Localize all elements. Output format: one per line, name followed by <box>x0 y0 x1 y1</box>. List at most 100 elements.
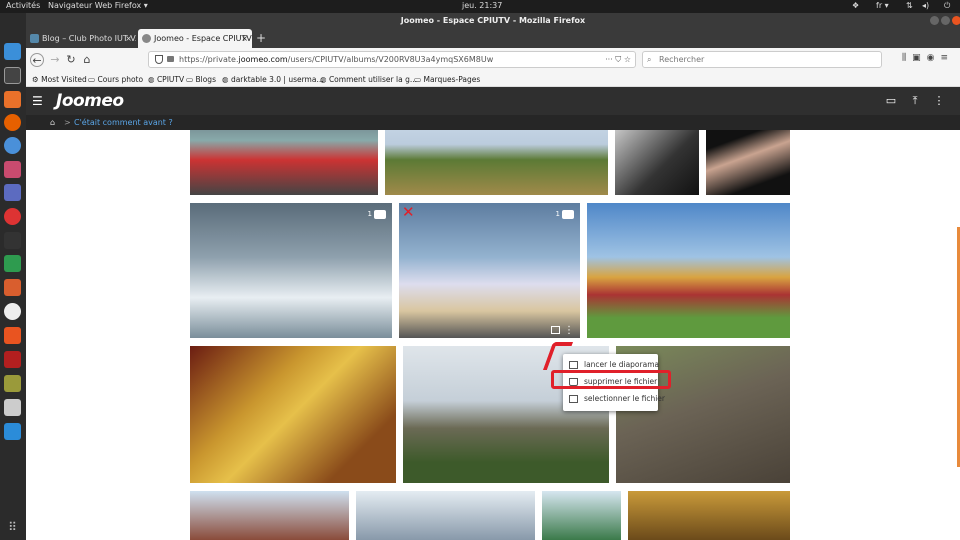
bookmark-darktable[interactable]: ◍ darktable 3.0 | userma... <box>222 72 324 87</box>
page-actions-icon[interactable]: ··· ⛉ ☆ <box>605 52 631 67</box>
red-cross-icon: ✕ <box>402 203 415 221</box>
photo-statue[interactable] <box>542 491 621 540</box>
upload-icon[interactable]: ⤒ <box>908 93 922 109</box>
forward-arrow-icon[interactable]: → <box>48 53 62 67</box>
comment-icon <box>562 209 574 219</box>
dropbox-icon[interactable]: ❖ <box>852 1 859 10</box>
photo-skyscrapers[interactable] <box>356 491 535 540</box>
help-icon[interactable] <box>4 303 21 320</box>
tab-label: Joomeo - Espace CPIUTV <box>154 34 252 43</box>
reload-icon[interactable]: ↻ <box>64 53 78 67</box>
red-highlight-box <box>551 370 671 389</box>
back-arrow-icon[interactable]: ← <box>30 53 44 67</box>
chromium-icon[interactable] <box>4 137 21 154</box>
comment-icon <box>374 209 386 219</box>
breadcrumb-home-icon[interactable]: ⌂ <box>50 115 55 130</box>
wordpress-icon <box>30 34 39 43</box>
breadcrumb-album-link[interactable]: C'était comment avant ? <box>74 115 173 130</box>
bookmark-blogs[interactable]: ▭ Blogs <box>186 72 216 87</box>
image-app-icon[interactable] <box>4 375 21 392</box>
lock-icon[interactable] <box>167 56 174 62</box>
photo-app-icon[interactable] <box>4 279 21 296</box>
joomeo-logo[interactable]: Joomeo <box>56 91 124 111</box>
terminal-icon[interactable] <box>4 67 21 84</box>
window-title: Joomeo - Espace CPIUTV - Mozilla Firefox <box>26 13 960 28</box>
url-host: joomeo.com <box>238 55 288 64</box>
settings-app-icon[interactable] <box>4 423 21 440</box>
language-indicator[interactable]: fr ▾ <box>876 1 889 10</box>
application-dock: ⠿ <box>0 13 26 540</box>
photo-golden-stupas[interactable] <box>628 491 790 540</box>
close-tab-icon[interactable]: × <box>241 29 248 48</box>
thunderbird-icon[interactable] <box>4 43 21 60</box>
url-bar[interactable]: https://private.joomeo.com/users/CPIUTV/… <box>148 51 636 68</box>
activities-button[interactable]: Activités <box>6 1 40 10</box>
more-options-icon[interactable]: ⋮ <box>564 326 574 336</box>
usb-creator-icon[interactable] <box>4 232 21 249</box>
bookmark-most-visited[interactable]: ⚙ Most Visited <box>32 72 87 87</box>
globe-icon: ◍ <box>148 75 157 84</box>
volume-icon[interactable]: ◂) <box>922 1 929 10</box>
breadcrumb-separator: > <box>64 118 71 127</box>
network-icon[interactable]: ⇅ <box>906 1 913 10</box>
breadcrumb: ⌂ > C'était comment avant ? <box>26 115 960 130</box>
globe-icon: ◍ <box>222 75 231 84</box>
spreadsheet-icon[interactable] <box>4 255 21 272</box>
select-icon <box>569 395 578 403</box>
close-tab-icon[interactable]: × <box>125 29 132 48</box>
bookmark-comment-utiliser[interactable]: ◍ Comment utiliser la g... <box>320 72 417 87</box>
firefox-icon[interactable] <box>4 114 21 131</box>
joomeo-header: ☰ Joomeo ▭ ⤒ ⋮ <box>26 87 960 115</box>
search-input[interactable]: ⌕ Rechercher <box>642 51 882 68</box>
power-icon[interactable]: ⏻ <box>944 1 950 11</box>
darktable-icon[interactable] <box>4 161 21 178</box>
gear-icon: ⚙ <box>32 75 42 84</box>
search-icon: ⌕ <box>647 55 652 64</box>
photo-brick-temple[interactable] <box>190 491 349 540</box>
menu-icon[interactable]: ≡ <box>940 53 954 63</box>
app-menu[interactable]: Navigateur Web Firefox ▾ <box>48 1 148 10</box>
toolbar-icons[interactable]: ⫼▣◉≡ <box>902 53 954 63</box>
tab-label: Blog – Club Photo IUT V... <box>42 34 136 43</box>
bookmarks-toolbar: ⚙ Most Visited ▭ Cours photo ◍ CPIUTV ▭ … <box>26 72 960 87</box>
display-settings-icon[interactable] <box>4 184 21 201</box>
close-window-button[interactable] <box>952 16 960 25</box>
filezilla-icon[interactable] <box>4 351 21 368</box>
chrome-icon[interactable] <box>4 208 21 225</box>
software-center-icon[interactable] <box>4 327 21 344</box>
tab-strip: Blog – Club Photo IUT V... × Joomeo - Es… <box>26 28 960 48</box>
slideshow-icon[interactable] <box>551 326 560 334</box>
photo-temple-golden[interactable] <box>587 203 790 338</box>
bookmark-marques-pages[interactable]: ▭ Marques-Pages <box>414 72 480 87</box>
bookmark-cours-photo[interactable]: ▭ Cours photo <box>88 72 143 87</box>
account-icon[interactable]: ◉ <box>927 53 941 63</box>
photo-surfer[interactable]: 1 <box>190 203 392 338</box>
system-top-bar: Activités Navigateur Web Firefox ▾ jeu. … <box>0 0 960 13</box>
hamburger-menu-icon[interactable]: ☰ <box>32 94 44 108</box>
show-applications-icon[interactable]: ⠿ <box>6 521 19 534</box>
comment-badge[interactable]: 1 <box>556 209 574 220</box>
photo-beach-beer[interactable]: ✕ 1 ⋮ <box>399 203 580 338</box>
library-icon[interactable]: ⫼ <box>902 53 912 63</box>
tab-joomeo[interactable]: Joomeo - Espace CPIUTV × <box>138 29 252 48</box>
menu-item-select-file[interactable]: selectionner le fichier <box>563 391 665 407</box>
new-tab-button[interactable]: + <box>254 28 268 48</box>
document-viewer-icon[interactable] <box>4 91 21 108</box>
tab-blog[interactable]: Blog – Club Photo IUT V... × <box>26 29 136 48</box>
globe-icon: ◍ <box>320 75 329 84</box>
clock[interactable]: jeu. 21:37 <box>462 1 502 10</box>
photo-golden-buddha[interactable] <box>190 346 396 483</box>
comment-badge[interactable]: 1 <box>368 209 386 220</box>
slideshow-header-icon[interactable]: ▭ <box>884 93 898 109</box>
slideshow-icon <box>569 361 578 369</box>
maximize-button[interactable] <box>941 16 950 25</box>
more-options-header-icon[interactable]: ⋮ <box>932 93 946 109</box>
document-scanner-icon[interactable] <box>4 399 21 416</box>
tracking-shield-icon[interactable] <box>155 55 163 64</box>
url-path: /users/CPIUTV/albums/V200RV8U3a4ymqSX6M8… <box>287 55 494 64</box>
minimize-button[interactable] <box>930 16 939 25</box>
bookmark-cpiutv[interactable]: ◍ CPIUTV <box>148 72 184 87</box>
sidebar-icon[interactable]: ▣ <box>912 53 927 63</box>
home-icon[interactable]: ⌂ <box>80 53 94 67</box>
url-prefix: https://private. <box>179 55 239 64</box>
